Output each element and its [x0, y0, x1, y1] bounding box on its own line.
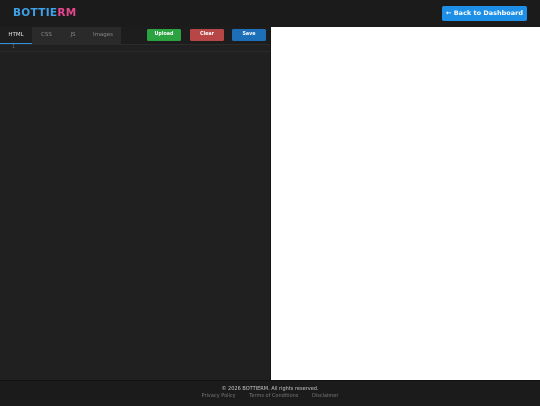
tab-html[interactable]: HTML [0, 27, 32, 44]
logo-text-accent: RM [57, 7, 77, 19]
copyright-text: © 2026 BOTTIERM. All rights reserved. [221, 386, 319, 392]
logo-text-primary: BOTTIE [13, 7, 58, 19]
disclaimer-link[interactable]: Disclaimer [312, 393, 338, 399]
editor-tab-bar: HTML CSS JS Images Upload Clear Save [0, 27, 270, 45]
privacy-policy-link[interactable]: Privacy Policy [202, 393, 236, 399]
upload-button[interactable]: Upload [147, 29, 181, 41]
code-editor-panel: HTML CSS JS Images Upload Clear Save 1 [0, 27, 271, 380]
logo[interactable]: BOTTIERM [13, 7, 77, 19]
current-line-highlight [0, 45, 270, 52]
top-bar: BOTTIERM ← Back to Dashboard [0, 0, 540, 28]
back-to-dashboard-button[interactable]: ← Back to Dashboard [442, 6, 527, 21]
preview-panel[interactable] [271, 27, 540, 380]
tab-css[interactable]: CSS [32, 27, 61, 44]
clear-button[interactable]: Clear [190, 29, 224, 41]
tab-js[interactable]: JS [61, 27, 85, 44]
footer: © 2026 BOTTIERM. All rights reserved. Pr… [0, 380, 540, 406]
tab-images[interactable]: Images [85, 27, 121, 44]
terms-link[interactable]: Terms of Conditions [249, 393, 298, 399]
save-button[interactable]: Save [232, 29, 266, 41]
footer-links: Privacy Policy Terms of Conditions Discl… [0, 393, 540, 399]
line-number: 1 [12, 44, 16, 50]
